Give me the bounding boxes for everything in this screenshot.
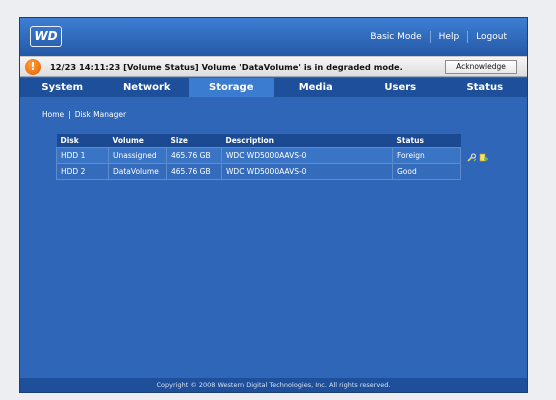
row-actions <box>467 153 489 163</box>
breadcrumb-separator: | <box>68 110 71 119</box>
tab-users[interactable]: Users <box>358 78 443 97</box>
warning-icon: ! <box>25 59 41 75</box>
alert-message: 12/23 14:11:23 [Volume Status] Volume 'D… <box>50 62 403 72</box>
header-bar: WD Basic Mode Help Logout <box>20 18 527 56</box>
col-disk: Disk <box>56 134 109 147</box>
table-row[interactable]: HDD 1 Unassigned 465.76 GB WDC WD5000AAV… <box>56 146 461 164</box>
acknowledge-button[interactable]: Acknowledge <box>445 60 517 74</box>
tab-status[interactable]: Status <box>443 78 528 97</box>
basic-mode-link[interactable]: Basic Mode <box>362 31 429 43</box>
cell-disk: HDD 1 <box>56 146 109 164</box>
disk-table: Disk Volume Size Description Status HDD … <box>56 134 461 180</box>
cell-volume: DataVolume <box>108 162 167 180</box>
cell-status: Foreign <box>392 146 461 164</box>
footer: Copyright © 2008 Western Digital Technol… <box>20 378 527 392</box>
tab-storage[interactable]: Storage <box>189 78 274 97</box>
col-volume: Volume <box>108 134 167 147</box>
tab-network[interactable]: Network <box>105 78 190 97</box>
cell-size: 465.76 GB <box>166 146 222 164</box>
table-header-row: Disk Volume Size Description Status <box>56 134 461 147</box>
col-size: Size <box>166 134 222 147</box>
col-status: Status <box>392 134 461 147</box>
top-links: Basic Mode Help Logout <box>362 31 515 43</box>
cell-description: WDC WD5000AAVS-0 <box>221 162 393 180</box>
table-row[interactable]: HDD 2 DataVolume 465.76 GB WDC WD5000AAV… <box>56 162 461 180</box>
help-link[interactable]: Help <box>429 31 468 43</box>
breadcrumb: Home | Disk Manager <box>42 110 126 119</box>
nas-admin-window: WD Basic Mode Help Logout ! 12/23 14:11:… <box>19 17 528 393</box>
main-nav: System Network Storage Media Users Statu… <box>20 78 527 97</box>
logout-link[interactable]: Logout <box>467 31 515 43</box>
cell-status: Good <box>392 162 461 180</box>
repair-icon[interactable] <box>467 153 477 163</box>
col-description: Description <box>221 134 393 147</box>
tab-media[interactable]: Media <box>274 78 359 97</box>
breadcrumb-disk-manager[interactable]: Disk Manager <box>75 110 126 119</box>
cell-size: 465.76 GB <box>166 162 222 180</box>
cell-description: WDC WD5000AAVS-0 <box>221 146 393 164</box>
cell-volume: Unassigned <box>108 146 167 164</box>
wd-logo: WD <box>30 26 62 47</box>
cell-disk: HDD 2 <box>56 162 109 180</box>
format-icon[interactable] <box>479 153 489 163</box>
breadcrumb-home[interactable]: Home <box>42 110 64 119</box>
alert-bar: ! 12/23 14:11:23 [Volume Status] Volume … <box>20 56 527 77</box>
tab-system[interactable]: System <box>20 78 105 97</box>
